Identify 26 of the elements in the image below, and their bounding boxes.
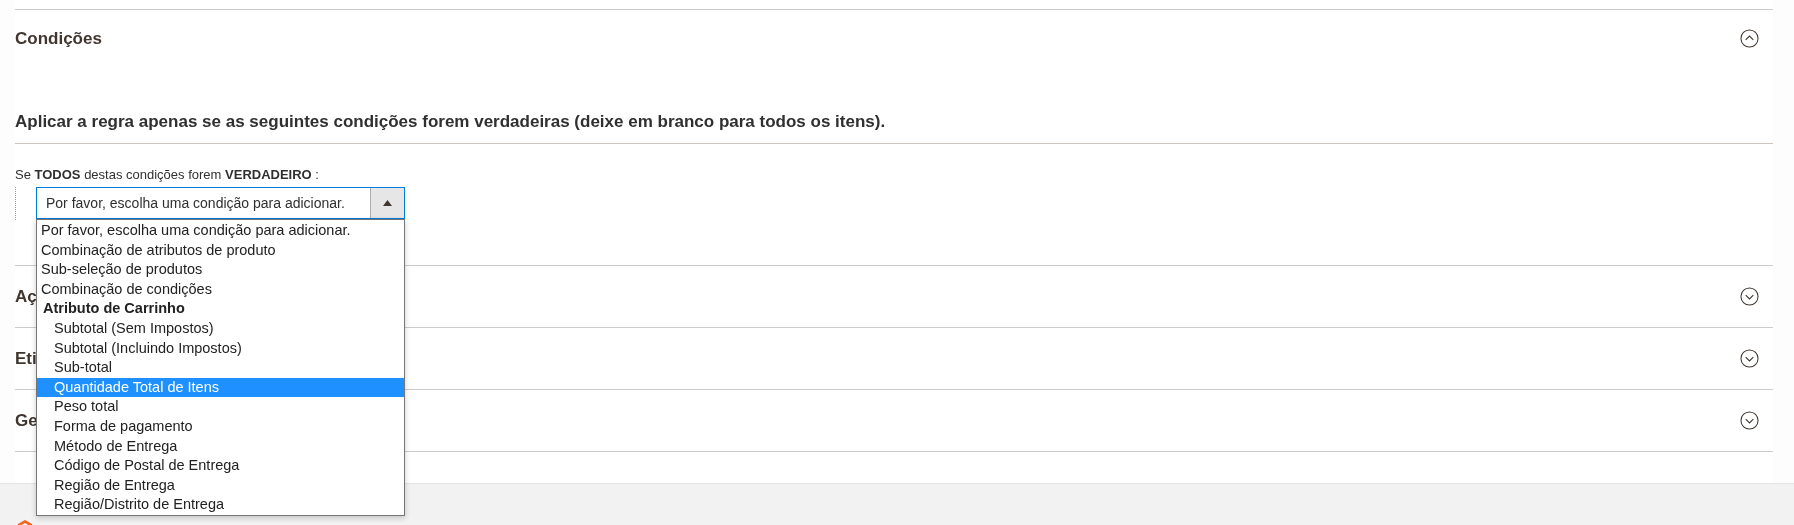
dropdown-option[interactable]: Peso total bbox=[37, 397, 404, 417]
condition-select[interactable]: Por favor, escolha uma condição para adicionar. bbox=[36, 187, 405, 219]
collapse-icon[interactable] bbox=[1740, 29, 1759, 48]
dropdown-option[interactable]: Subtotal (Incluindo Impostos) bbox=[37, 338, 404, 359]
section-title[interactable]: Ge bbox=[15, 410, 38, 431]
dropdown-option[interactable]: Subtotal (Sem Impostos) bbox=[37, 318, 404, 339]
dropdown-option[interactable]: Sub-total bbox=[37, 358, 404, 378]
dropdown-option[interactable]: Código de Postal de Entrega bbox=[37, 456, 404, 476]
dropdown-option[interactable]: Região/Distrito de Entrega bbox=[37, 495, 404, 515]
section-title[interactable]: Condições bbox=[15, 29, 102, 49]
dropdown-option[interactable]: Combinação de condições bbox=[37, 279, 404, 300]
section-title[interactable]: Eti bbox=[15, 348, 37, 369]
expand-icon[interactable] bbox=[1740, 411, 1759, 430]
expand-icon[interactable] bbox=[1740, 287, 1759, 306]
dropdown-option[interactable]: Por favor, escolha uma condição para adicionar. bbox=[37, 221, 404, 241]
dropdown-option[interactable]: Forma de pagamento bbox=[37, 416, 404, 437]
section-title[interactable]: Aç bbox=[15, 286, 37, 307]
dropdown-option[interactable]: Sub-seleção de produtos bbox=[37, 260, 404, 280]
rule-sentence: Se TODOS destas condições forem VERDADEIRO : bbox=[15, 167, 320, 182]
fieldset-heading: Aplicar a regra apenas se as seguintes condições forem verdadeiras (deixe em branco para todos os itens). bbox=[15, 96, 1773, 144]
dropdown-option[interactable]: Método de Entrega bbox=[37, 436, 404, 457]
option-group-label: Atributo de Carrinho bbox=[42, 299, 186, 319]
dropdown-option[interactable]: Combinação de atributos de produto bbox=[37, 240, 404, 261]
caret-up-icon bbox=[383, 200, 392, 206]
dropdown-option[interactable]: Região de Entrega bbox=[37, 475, 404, 496]
expand-icon[interactable] bbox=[1740, 349, 1759, 368]
